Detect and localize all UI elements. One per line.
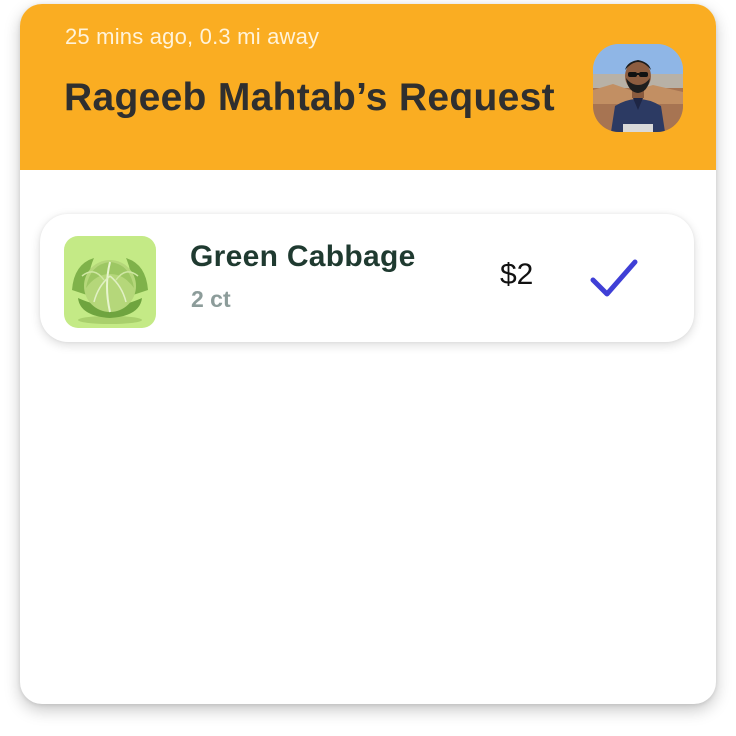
request-card: 25 mins ago, 0.3 mi away Rageeb Mahtab’s… [20,4,716,704]
check-icon[interactable] [589,256,639,300]
cabbage-image [64,236,156,328]
request-meta: 25 mins ago, 0.3 mi away [65,24,320,49]
item-price: $2 [500,258,534,291]
avatar-photo [593,44,683,132]
avatar[interactable] [593,44,683,132]
request-title: Rageeb Mahtab’s Request [64,76,555,119]
item-name: Green Cabbage [190,240,416,273]
item-quantity: 2 ct [191,286,231,312]
list-item[interactable]: Green Cabbage 2 ct $2 [40,214,694,342]
request-header: 25 mins ago, 0.3 mi away Rageeb Mahtab’s… [20,4,716,170]
cabbage-icon [72,258,148,324]
checkmark-icon [590,259,638,297]
